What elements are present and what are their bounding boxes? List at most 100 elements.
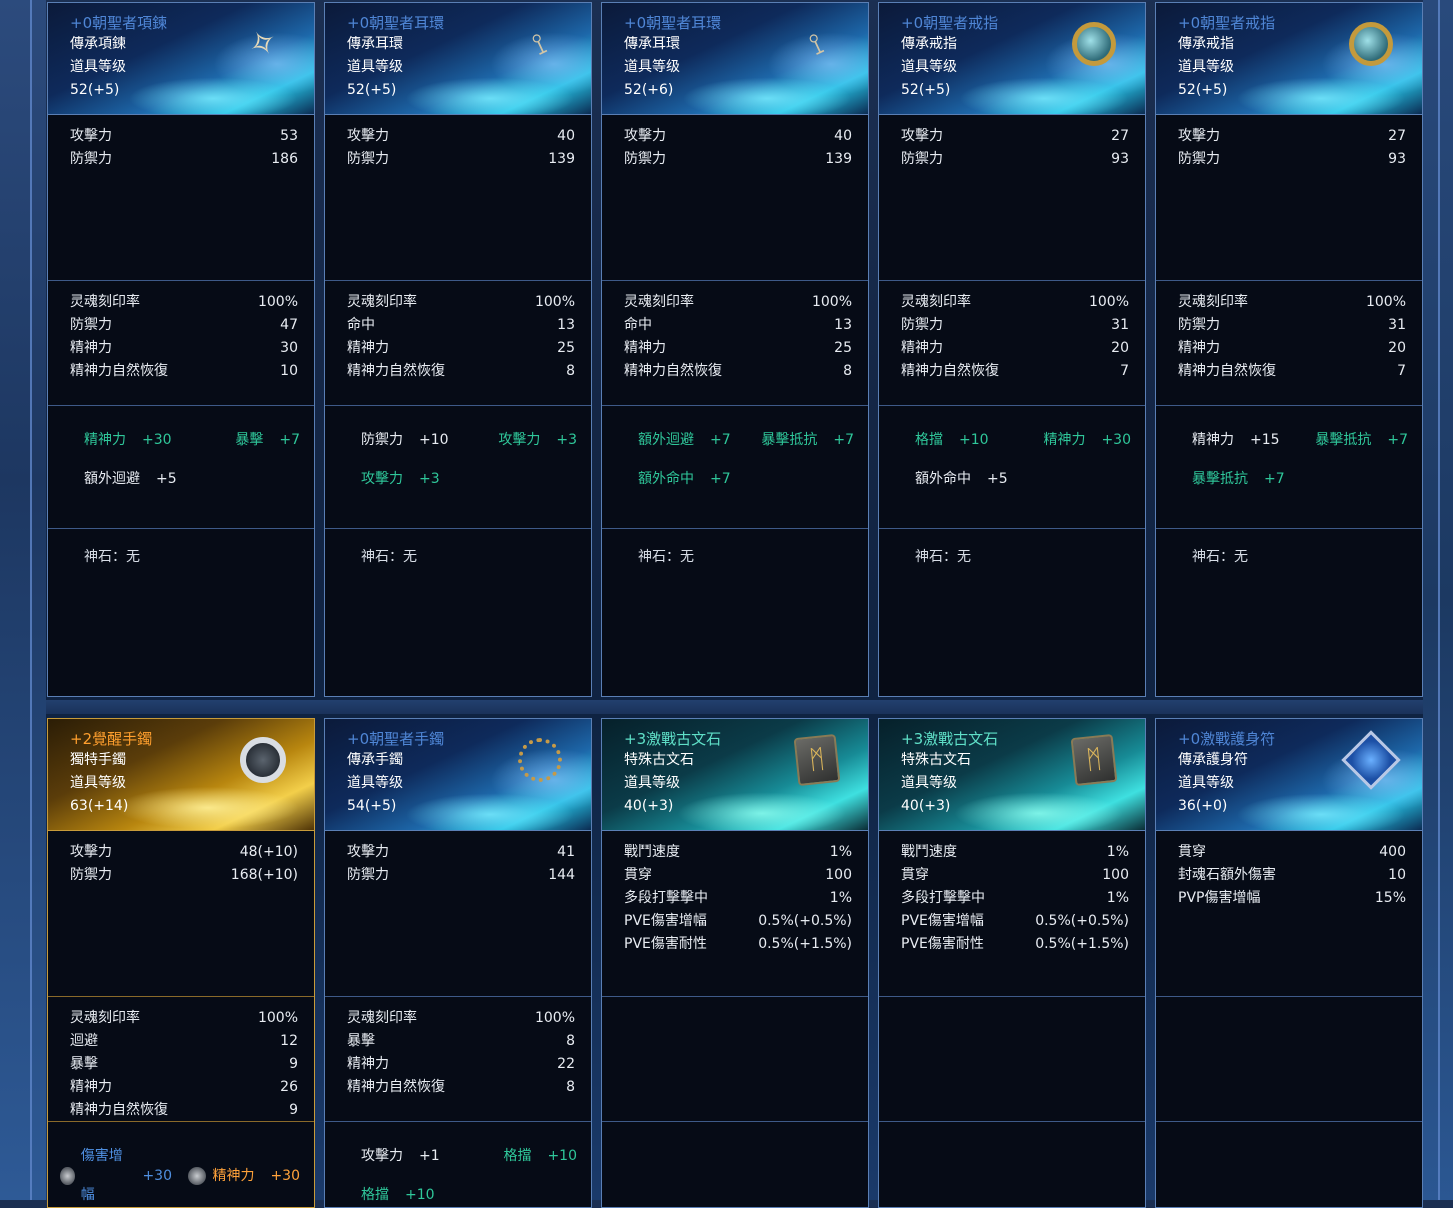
enh-value: +10 [959,432,989,448]
soul-stat-row: 命中 13 [624,314,852,337]
stat-name: 灵魂刻印率 [1178,294,1248,310]
earring-icon: ⟟ [788,15,846,73]
stat-value: 100 [1102,867,1129,883]
rune-stone-icon: ᛗ [1065,731,1123,789]
stat-value: 25 [834,340,852,356]
stat-value: 100% [257,294,298,310]
enh-name: 精神力 [84,432,126,448]
base-stats-section: 攻擊力 41 防禦力 144 [325,831,591,997]
stat-value: 10 [280,363,298,379]
stat-name: 戰鬥速度 [624,844,680,860]
stat-value: 186 [271,151,298,167]
stat-name: 防禦力 [70,151,112,167]
enh-value: +30 [1101,432,1131,448]
enhancement-item: 攻擊力 +3 [498,421,577,460]
item-card-1[interactable]: +0朝聖者耳環 傳承耳環 道具等级 52(+5) ⟟ 攻擊力 40 防禦力 139 灵魂刻印率 10… [324,2,592,697]
soul-engraving-section [602,997,868,1122]
item-card-2[interactable]: +0朝聖者耳環 傳承耳環 道具等级 52(+6) ⟟ 攻擊力 40 防禦力 139 灵魂刻印率 10… [601,2,869,697]
enhancement-row: 額外迴避 +5 [84,460,300,499]
enhancement-row: 傷害增幅 +30 精神力 +30 [60,1137,300,1207]
stat-name: 精神力自然恢復 [347,1079,445,1095]
soul-engraving-section: 灵魂刻印率 100% 防禦力 31 精神力 20 精神力自然恢復 7 [879,281,1145,406]
god-stone-text: 神石：无 [638,549,694,565]
stat-value: 27 [1388,128,1406,144]
item-card-4[interactable]: +0朝聖者戒指 傳承戒指 道具等级 52(+5) 攻擊力 27 防禦力 93 灵魂刻印率 100%… [1155,2,1423,697]
stat-name: 攻擊力 [624,128,666,144]
stat-name: 多段打擊擊中 [624,890,708,906]
stat-value: 48(+10) [239,844,298,860]
stat-row: 防禦力 139 [347,148,575,171]
enh-value: +1 [419,1148,440,1164]
stat-value: 20 [1388,340,1406,356]
item-header: +3激戰古文石 特殊古文石 道具等级 40(+3) ᛗ [879,719,1145,831]
enh-name: 額外迴避 [638,432,694,448]
enhancement-item: 精神力 +30 [1043,421,1131,460]
item-card-9[interactable]: +0激戰護身符 傳承護身符 道具等级 36(+0) 貫穿 400 封魂石額外傷害 10 PVP傷… [1155,718,1423,1208]
stat-name: 精神力 [624,340,666,356]
item-card-8[interactable]: +3激戰古文石 特殊古文石 道具等级 40(+3) ᛗ 戰鬥速度 1% 貫穿 100 多段打擊擊中… [878,718,1146,1208]
stat-row: 戰鬥速度 1% [901,841,1129,864]
stat-name: 攻擊力 [347,128,389,144]
enhancement-section: 格擋 +10 精神力 +30 額外命中 +5 [879,406,1145,529]
soul-stat-row: 精神力 22 [347,1053,575,1076]
enh-name: 精神力 [1043,432,1086,448]
stat-name: 精神力 [70,340,112,356]
enhancement-item: 額外命中 +5 [915,460,1027,499]
stat-value: 139 [825,151,852,167]
enh-value: +3 [419,471,440,487]
item-card-7[interactable]: +3激戰古文石 特殊古文石 道具等级 40(+3) ᛗ 戰鬥速度 1% 貫穿 100 多段打擊擊中… [601,718,869,1208]
item-card-5[interactable]: +2覺醒手鐲 獨特手鐲 道具等级 63(+14) 攻擊力 48(+10) 防禦力 168(+1… [47,718,315,1208]
enh-value: +30 [142,1167,172,1184]
stat-name: 暴擊 [347,1033,375,1049]
enhancement-item: 格擋 +10 [503,1137,577,1176]
stat-name: 防禦力 [347,867,389,883]
rune-stone-icon-graphic: ᛗ [793,733,841,787]
item-card-3[interactable]: +0朝聖者戒指 傳承戒指 道具等级 52(+5) 攻擊力 27 防禦力 93 灵魂刻印率 100%… [878,2,1146,697]
stat-value: 144 [548,867,575,883]
item-header: +0朝聖者手鐲 傳承手鐲 道具等级 54(+5) [325,719,591,831]
stat-name: 灵魂刻印率 [624,294,694,310]
enhancement-section: 精神力 +30 暴擊 +7 額外迴避 +5 [48,406,314,529]
soul-stat-row: 精神力自然恢復 9 [70,1099,298,1122]
stat-name: 精神力 [901,340,943,356]
stat-row: 攻擊力 53 [70,125,298,148]
stat-name: 攻擊力 [901,128,943,144]
stat-name: 精神力自然恢復 [1178,363,1276,379]
stat-value: 31 [1111,317,1129,333]
stat-value: 20 [1111,340,1129,356]
enhancement-row: 格擋 +10 [361,1176,577,1207]
soul-engraving-section: 灵魂刻印率 100% 命中 13 精神力 25 精神力自然恢復 8 [602,281,868,406]
item-header: +3激戰古文石 特殊古文石 道具等级 40(+3) ᛗ [602,719,868,831]
stat-value: 100% [257,1010,298,1026]
stat-value: 100% [534,294,575,310]
soul-stat-row: 精神力自然恢復 8 [347,1076,575,1099]
base-stats-section: 攻擊力 53 防禦力 186 [48,115,314,281]
enhancement-item: 額外迴避 +7 [638,421,750,460]
stat-value: 0.5%(+1.5%) [1035,936,1129,952]
stat-row: 攻擊力 41 [347,841,575,864]
stat-name: 迴避 [70,1033,98,1049]
stat-value: 100% [1088,294,1129,310]
stat-row: 貫穿 100 [901,864,1129,887]
soul-stat-row: 精神力自然恢復 7 [1178,360,1406,383]
enh-name: 防禦力 [361,432,403,448]
enhancement-row: 額外迴避 +7 暴擊抵抗 +7 [638,421,854,460]
base-stats-section: 攻擊力 48(+10) 防禦力 168(+10) [48,831,314,997]
stat-name: 命中 [624,317,652,333]
god-stone-section: 神石：无 [879,529,1145,566]
enh-value: +7 [710,432,731,448]
stat-value: 1% [1106,844,1129,860]
stat-name: 貫穿 [1178,844,1206,860]
base-stats-section: 貫穿 400 封魂石額外傷害 10 PVP傷害增幅 15% [1156,831,1422,997]
enhancement-row: 精神力 +30 暴擊 +7 [84,421,300,460]
necklace-icon-graphic: ✧ [240,19,286,69]
item-card-6[interactable]: +0朝聖者手鐲 傳承手鐲 道具等级 54(+5) 攻擊力 41 防禦力 144 灵魂刻印率 100… [324,718,592,1208]
enh-name: 攻擊力 [361,1148,403,1164]
stat-name: 灵魂刻印率 [347,1010,417,1026]
item-card-0[interactable]: +0朝聖者項鍊 傳承項鍊 道具等级 52(+5) ✧ 攻擊力 53 防禦力 186 灵魂刻印率 10… [47,2,315,697]
enhancement-item: 防禦力 +10 [361,421,473,460]
enh-name: 攻擊力 [498,432,541,448]
stat-name: 防禦力 [347,151,389,167]
enhancement-item: 精神力 +15 [1192,421,1304,460]
enhancement-item: 額外命中 +7 [638,460,750,499]
